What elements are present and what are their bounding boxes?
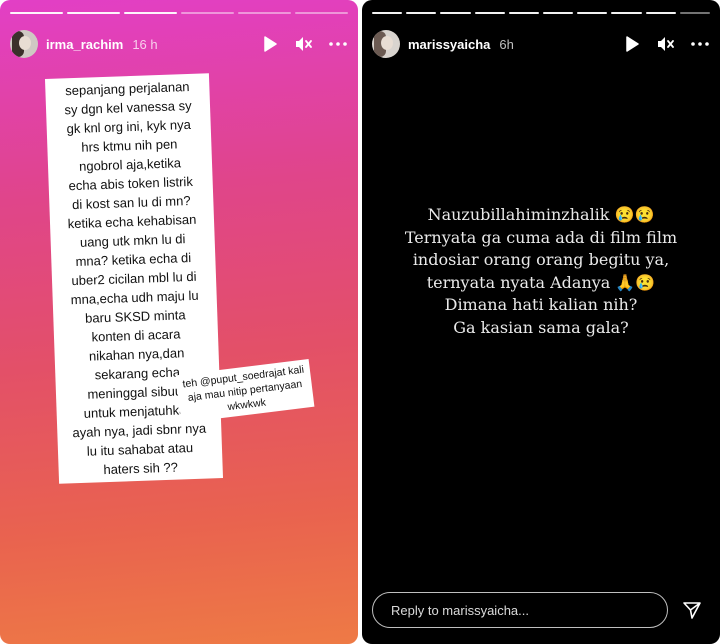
more-icon[interactable] [328, 34, 348, 54]
progress-segment [440, 12, 471, 14]
progress-segment [181, 12, 234, 14]
progress-segment [124, 12, 177, 14]
avatar[interactable] [10, 30, 38, 58]
progress-segment [238, 12, 291, 14]
reply-input[interactable] [389, 601, 667, 619]
progress-segment [679, 12, 711, 14]
username[interactable]: irma_rachim [46, 37, 123, 52]
story-controls [622, 34, 710, 54]
play-icon[interactable] [622, 34, 642, 54]
avatar[interactable] [372, 30, 400, 58]
progress-segment [577, 12, 608, 14]
story-header: marissyaicha 6h [372, 27, 710, 61]
story-progress-bar [10, 12, 348, 15]
send-icon[interactable] [680, 598, 704, 622]
story-message: Nauzubillahiminzhalik 😢😢 Ternyata ga cum… [404, 205, 678, 337]
reply-box[interactable] [372, 592, 668, 628]
story-marissyaicha[interactable]: marissyaicha 6h Nauzubillahiminzhalik 😢😢… [362, 0, 720, 644]
progress-segment [10, 12, 63, 14]
progress-segment [645, 12, 676, 14]
progress-segment [611, 12, 642, 14]
story-controls [260, 34, 348, 54]
avatar-face [19, 36, 31, 50]
username[interactable]: marissyaicha [408, 37, 490, 52]
story-irma-rachim[interactable]: irma_rachim 16 h sepanjang perjalanan sy… [0, 0, 358, 644]
story-header: irma_rachim 16 h [10, 27, 348, 61]
progress-segment [406, 12, 437, 14]
progress-segment [372, 12, 403, 14]
progress-segment [67, 12, 120, 14]
progress-segment [508, 12, 540, 14]
progress-segment [474, 12, 505, 14]
mute-icon[interactable] [656, 34, 676, 54]
progress-segment [295, 12, 348, 14]
post-time: 6h [499, 36, 514, 52]
progress-segment [543, 12, 574, 14]
story-progress-bar [372, 12, 711, 15]
play-icon[interactable] [260, 34, 280, 54]
more-icon[interactable] [690, 34, 710, 54]
post-time: 16 h [132, 36, 158, 52]
mute-icon[interactable] [294, 34, 314, 54]
story-text-sticker: sepanjang perjalanan sy dgn kel vanessa … [44, 73, 224, 484]
avatar-face [381, 36, 393, 50]
